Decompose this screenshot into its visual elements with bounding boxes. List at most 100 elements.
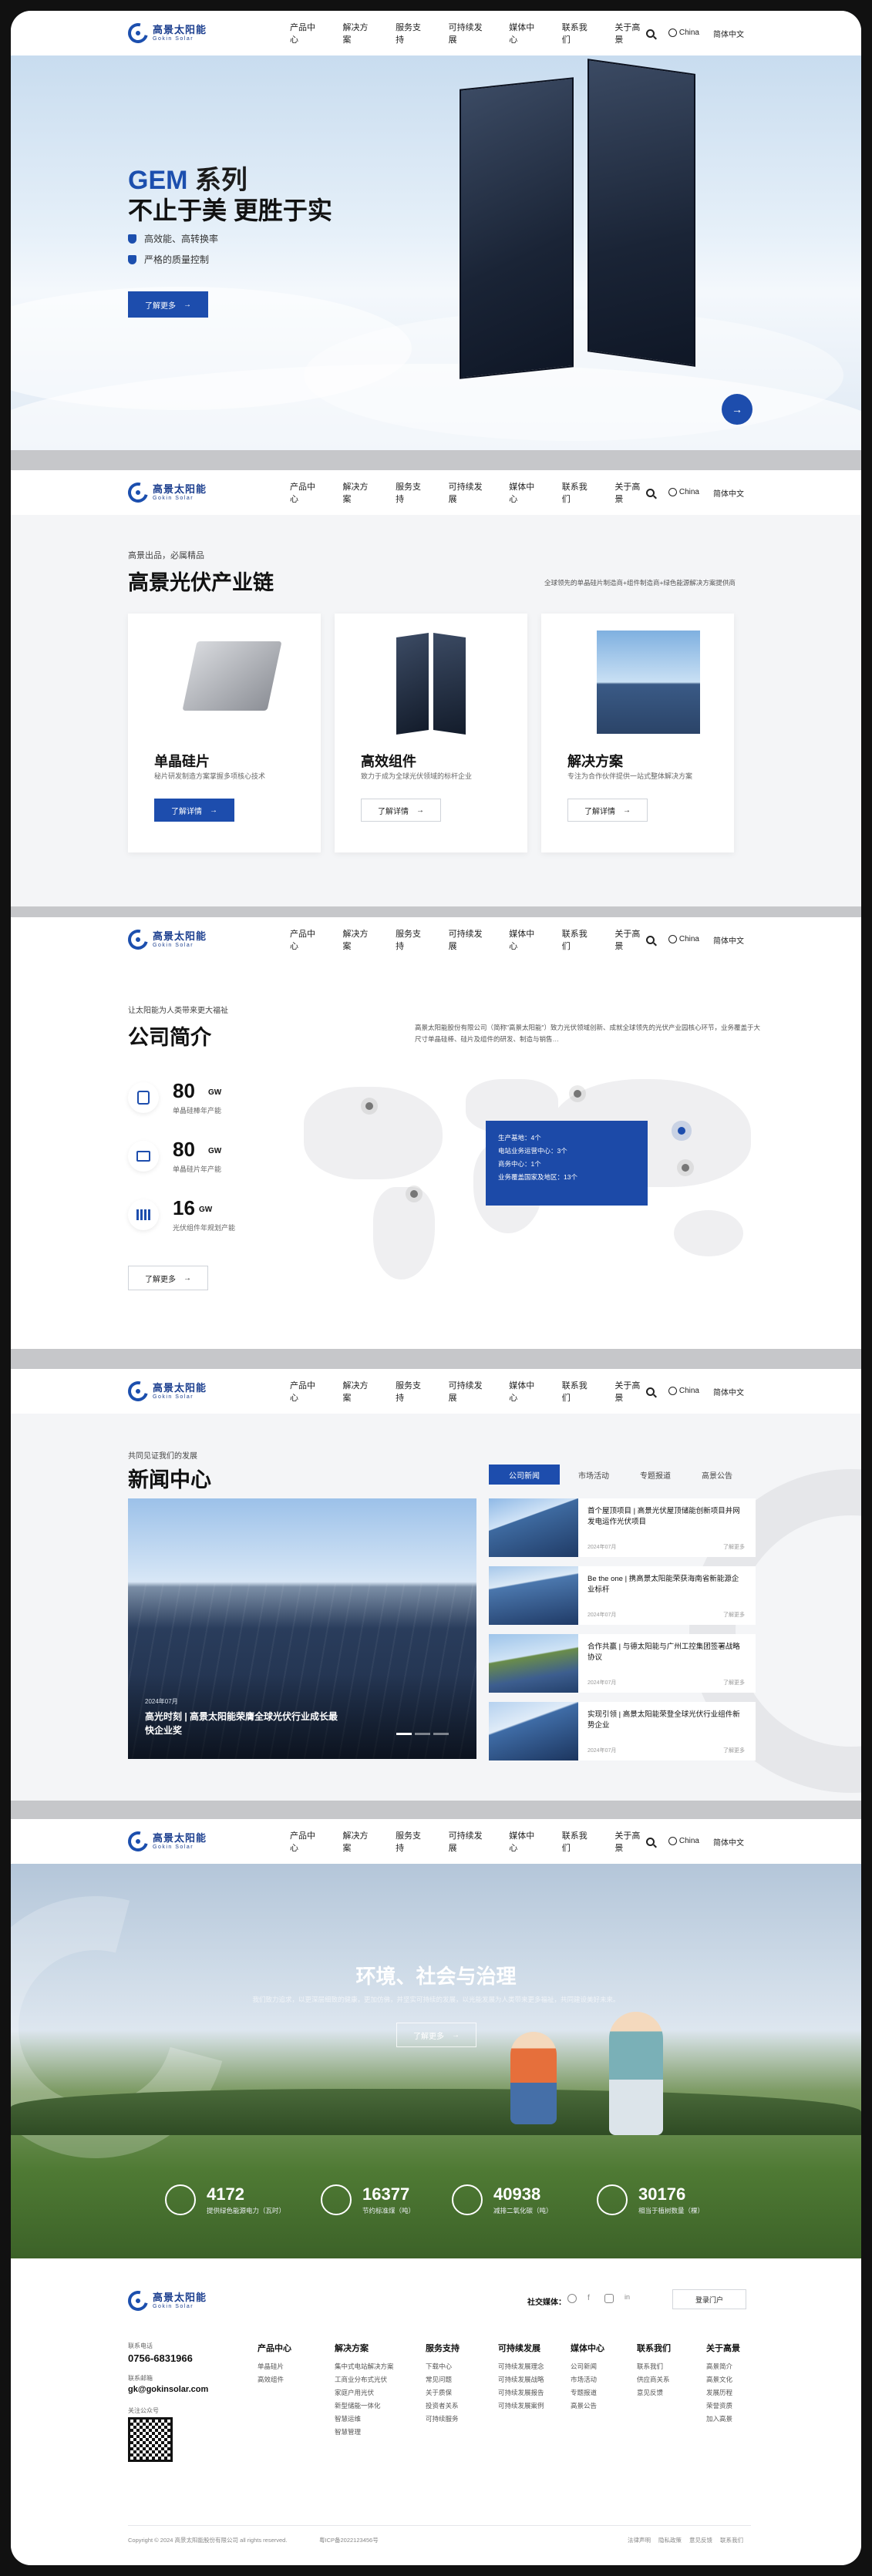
footer-link[interactable]: 高效组件	[258, 2375, 284, 2384]
nav-item-media[interactable]: 媒体中心	[509, 480, 540, 505]
product-card-wafer[interactable]: 单晶硅片 秘片研发制造方案掌握多项核心技术 了解详情 →	[128, 614, 321, 853]
carousel-indicator[interactable]	[433, 1733, 449, 1735]
map-marker-active[interactable]	[678, 1127, 685, 1135]
nav-item-contact[interactable]: 联系我们	[562, 927, 594, 952]
footer-link[interactable]: 智慧运维	[335, 2414, 361, 2423]
nav-item-sustainability[interactable]: 可持续发展	[449, 480, 488, 505]
region-selector[interactable]: China	[668, 29, 699, 38]
nav-item-about[interactable]: 关于高景	[614, 927, 646, 952]
card-detail-button[interactable]: 了解详情 →	[154, 799, 234, 822]
nav-item-products[interactable]: 产品中心	[290, 927, 322, 952]
language-selector[interactable]: 简体中文	[713, 1836, 744, 1848]
footer-link[interactable]: 家庭户用光伏	[335, 2388, 374, 2397]
footer-link[interactable]: 可持续发展战略	[498, 2375, 544, 2384]
footer-column-title[interactable]: 服务支持	[426, 2342, 460, 2354]
map-marker[interactable]	[682, 1164, 689, 1172]
nav-item-solutions[interactable]: 解决方案	[343, 1379, 375, 1404]
footer-link[interactable]: 联系我们	[637, 2362, 663, 2371]
footer-logo[interactable]: 高景太阳能 Gokin Solar	[124, 2287, 290, 2315]
footer-link[interactable]: 高景简介	[706, 2362, 732, 2371]
nav-item-sustainability[interactable]: 可持续发展	[449, 1379, 488, 1404]
icp-record[interactable]: 粤ICP备2022123456号	[319, 2536, 379, 2544]
search-icon[interactable]	[645, 935, 655, 944]
map-marker[interactable]	[574, 1090, 581, 1098]
footer-column-title[interactable]: 媒体中心	[571, 2342, 604, 2354]
logo[interactable]: 高景太阳能 Gokin Solar	[124, 479, 290, 506]
footer-column-title[interactable]: 产品中心	[258, 2342, 291, 2354]
footer-link[interactable]: 高景公告	[571, 2401, 597, 2410]
footer-link-legal[interactable]: 法律声明	[628, 2536, 651, 2544]
region-selector[interactable]: China	[668, 935, 699, 944]
nav-item-products[interactable]: 产品中心	[290, 1829, 322, 1854]
nav-item-solutions[interactable]: 解决方案	[343, 21, 375, 45]
nav-item-products[interactable]: 产品中心	[290, 480, 322, 505]
email-address[interactable]: gk@gokinsolar.com	[128, 2385, 208, 2394]
nav-item-contact[interactable]: 联系我们	[562, 1829, 594, 1854]
logo[interactable]: 高景太阳能 Gokin Solar	[124, 1377, 290, 1405]
footer-column-title[interactable]: 可持续发展	[498, 2342, 540, 2354]
language-selector[interactable]: 简体中文	[713, 28, 744, 39]
footer-link[interactable]: 下载中心	[426, 2362, 452, 2371]
news-list-item[interactable]: 实现引领 | 高景太阳能荣登全球光伏行业组件新势企业 2024年07月 了解更多	[489, 1702, 756, 1760]
card-detail-button[interactable]: 了解详情 →	[567, 799, 648, 822]
region-selector[interactable]: China	[668, 1837, 699, 1846]
tab-special-reports[interactable]: 专题报道	[628, 1465, 683, 1485]
nav-item-contact[interactable]: 联系我们	[562, 480, 594, 505]
tab-company-news[interactable]: 公司新闻	[489, 1465, 560, 1485]
nav-item-solutions[interactable]: 解决方案	[343, 1829, 375, 1854]
nav-item-media[interactable]: 媒体中心	[509, 927, 540, 952]
esg-learn-more-button[interactable]: 了解更多 →	[396, 2023, 476, 2047]
footer-link-feedback[interactable]: 意见反馈	[689, 2536, 712, 2544]
footer-link[interactable]: 市场活动	[571, 2375, 597, 2384]
nav-item-service[interactable]: 服务支持	[396, 1379, 427, 1404]
hero-next-button[interactable]: →	[722, 394, 752, 425]
language-selector[interactable]: 简体中文	[713, 1386, 744, 1397]
footer-link[interactable]: 常见问题	[426, 2375, 452, 2384]
footer-link[interactable]: 发展历程	[706, 2388, 732, 2397]
footer-link[interactable]: 供应商关系	[637, 2375, 670, 2384]
search-icon[interactable]	[645, 1387, 655, 1396]
nav-item-about[interactable]: 关于高景	[614, 1829, 646, 1854]
region-selector[interactable]: China	[668, 1387, 699, 1396]
nav-item-media[interactable]: 媒体中心	[509, 1379, 540, 1404]
footer-link[interactable]: 荣誉资质	[706, 2401, 732, 2410]
footer-link[interactable]: 高景文化	[706, 2375, 732, 2384]
nav-item-products[interactable]: 产品中心	[290, 21, 322, 45]
news-more-link[interactable]: 了解更多	[723, 1747, 745, 1754]
carousel-indicator[interactable]	[415, 1733, 430, 1735]
footer-link[interactable]: 新型储能一体化	[335, 2401, 381, 2410]
carousel-indicator-active[interactable]	[396, 1733, 412, 1735]
search-icon[interactable]	[645, 29, 655, 38]
language-selector[interactable]: 简体中文	[713, 934, 744, 946]
footer-link[interactable]: 可持续发展理念	[498, 2362, 544, 2371]
footer-link[interactable]: 可持续服务	[426, 2414, 459, 2423]
instagram-icon[interactable]	[604, 2294, 614, 2303]
news-list-item[interactable]: 合作共赢 | 与德太阳能与广州工控集团签署战略协议 2024年07月 了解更多	[489, 1634, 756, 1693]
search-icon[interactable]	[645, 488, 655, 497]
logo[interactable]: 高景太阳能 Gokin Solar	[124, 19, 290, 47]
nav-item-solutions[interactable]: 解决方案	[343, 480, 375, 505]
footer-column-title[interactable]: 关于高景	[706, 2342, 740, 2354]
card-detail-button[interactable]: 了解详情 →	[361, 799, 441, 822]
footer-link[interactable]: 投资者关系	[426, 2401, 459, 2410]
footer-link-contact[interactable]: 联系我们	[720, 2536, 743, 2544]
footer-link[interactable]: 可持续发展报告	[498, 2388, 544, 2397]
footer-link[interactable]: 单晶硅片	[258, 2362, 284, 2371]
nav-item-about[interactable]: 关于高景	[614, 480, 646, 505]
footer-column-title[interactable]: 联系我们	[637, 2342, 671, 2354]
tab-announcements[interactable]: 高景公告	[689, 1465, 745, 1485]
nav-item-contact[interactable]: 联系我们	[562, 1379, 594, 1404]
company-learn-more-button[interactable]: 了解更多 →	[128, 1266, 208, 1290]
news-more-link[interactable]: 了解更多	[723, 1611, 745, 1619]
footer-link[interactable]: 可持续发展案例	[498, 2401, 544, 2410]
nav-item-about[interactable]: 关于高景	[614, 1379, 646, 1404]
nav-item-sustainability[interactable]: 可持续发展	[449, 21, 488, 45]
nav-item-media[interactable]: 媒体中心	[509, 1829, 540, 1854]
news-more-link[interactable]: 了解更多	[723, 1543, 745, 1551]
footer-link[interactable]: 智慧管理	[335, 2427, 361, 2436]
portal-login-button[interactable]: 登录门户	[672, 2289, 746, 2309]
footer-link[interactable]: 公司新闻	[571, 2362, 597, 2371]
nav-item-service[interactable]: 服务支持	[396, 21, 427, 45]
footer-link[interactable]: 工商业分布式光伏	[335, 2375, 387, 2384]
linkedin-icon[interactable]: in	[625, 2293, 630, 2301]
